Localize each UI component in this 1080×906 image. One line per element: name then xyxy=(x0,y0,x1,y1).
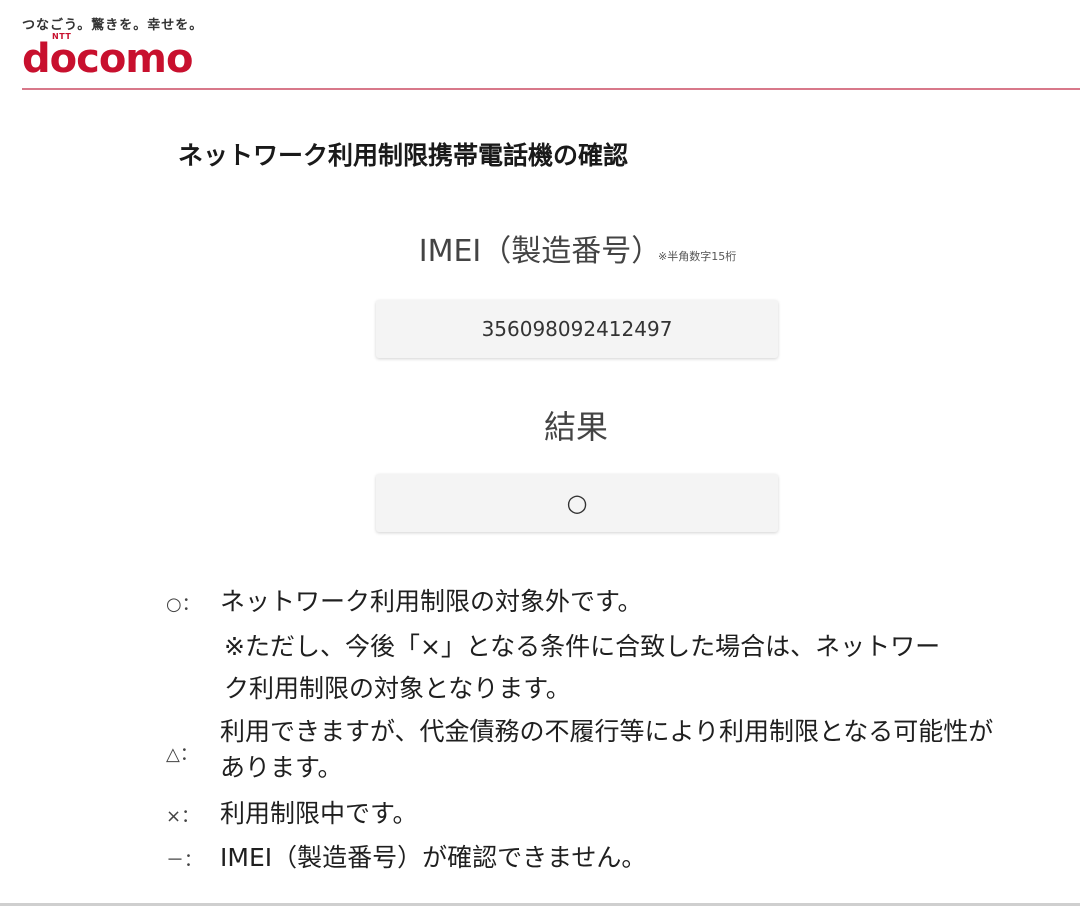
legend-note-ok: ※ただし、今後「×」となる条件に合致した場合は、ネットワーク利用制限の対象となり… xyxy=(224,632,941,703)
legend-symbol-ok: ○： xyxy=(166,594,200,615)
imei-label: IMEI（製造番号） xyxy=(418,234,662,269)
legend-symbol-unknown: －： xyxy=(166,850,202,871)
legend-text-unknown: IMEI（製造番号）が確認できません。 xyxy=(220,843,647,872)
page-title: ネットワーク利用制限携帯電話機の確認 xyxy=(178,141,629,170)
page: つなごう。驚きを。幸せを。 NTT docomo ネットワーク利用制限携帯電話機… xyxy=(0,0,1080,906)
docomo-logo[interactable]: NTT docomo xyxy=(22,32,202,82)
legend-text-warning: 利用できますが、代金債務の不履行等により利用制限となる可能性があります。 xyxy=(220,717,994,782)
legend-text-ok: ネットワーク利用制限の対象外です。 xyxy=(220,587,643,616)
legend-text-restricted: 利用制限中です。 xyxy=(220,799,418,828)
header-divider xyxy=(22,88,1080,90)
imei-value: 356098092412497 xyxy=(481,317,673,341)
imei-label-row: IMEI（製造番号） xyxy=(0,226,1080,270)
imei-note: ※半角数字15桁 xyxy=(658,250,737,263)
result-value: ○ xyxy=(566,489,588,517)
brand-tagline: つなごう。驚きを。幸せを。 xyxy=(22,18,204,33)
legend-symbol-restricted: ×： xyxy=(166,806,200,827)
logo-wordmark: docomo xyxy=(22,36,193,82)
imei-field[interactable]: 356098092412497 xyxy=(376,300,778,358)
result-field: ○ xyxy=(376,474,778,532)
legend-symbol-warning: △： xyxy=(166,744,198,765)
result-label: 結果 xyxy=(543,408,608,446)
header: つなごう。驚きを。幸せを。 NTT docomo xyxy=(0,0,1080,92)
